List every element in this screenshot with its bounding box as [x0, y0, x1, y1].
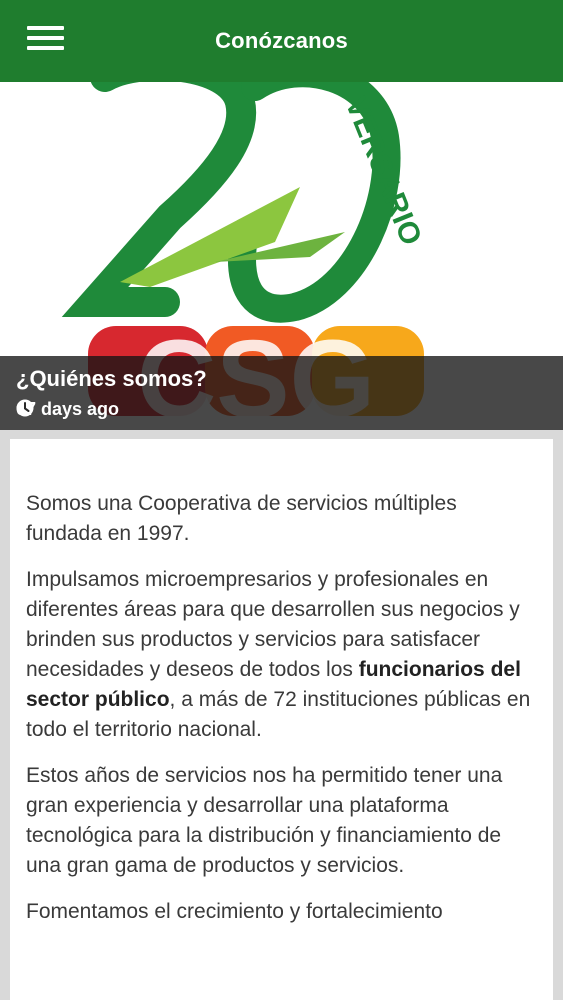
hero-meta: 67 days ago — [16, 399, 119, 420]
article-paragraph-3: Estos años de servicios nos ha permitido… — [26, 764, 503, 877]
article-paragraph-4: Fomentamos el crecimiento y fortalecimie… — [26, 900, 443, 923]
page-title: Conózcanos — [215, 28, 348, 53]
clock-icon — [16, 399, 34, 417]
article-paragraph-1: Somos una Cooperativa de servicios múlti… — [26, 492, 457, 545]
app-header: Conózcanos — [0, 0, 563, 82]
hero-banner[interactable]: VERSARIO CSG ¿Quiénes somos? 67 days ago — [0, 82, 563, 430]
hero-title: ¿Quiénes somos? — [16, 366, 207, 391]
article-paragraph-2: Impulsamos microempresarios y profesiona… — [26, 565, 537, 745]
article-card: Somos una Cooperativa de servicios múlti… — [10, 439, 553, 1000]
hero-caption: ¿Quiénes somos? 67 days ago — [0, 356, 563, 430]
article-body: Somos una Cooperativa de servicios múlti… — [10, 439, 553, 927]
